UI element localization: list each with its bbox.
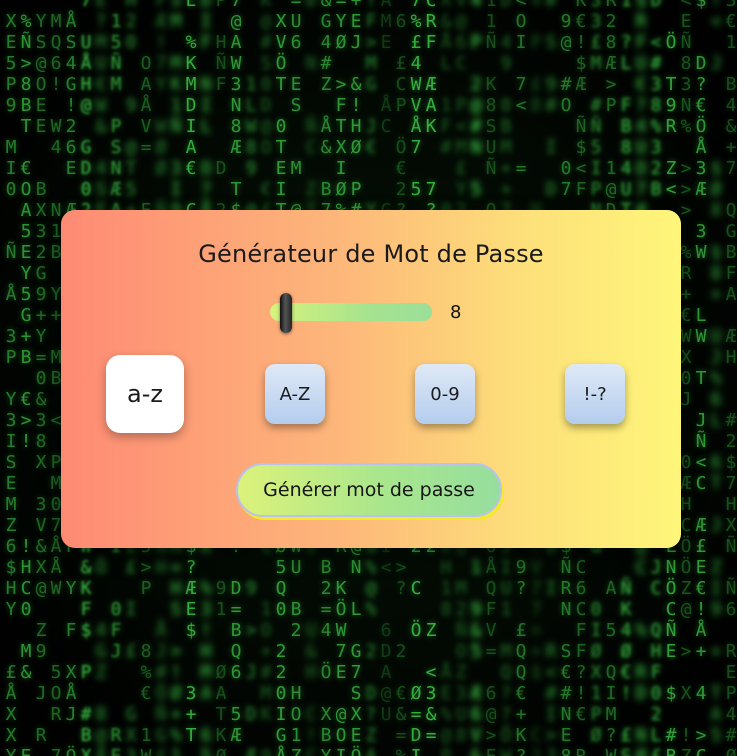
symbols-toggle-button[interactable]: !-? bbox=[565, 364, 625, 424]
matrix-code-column: ! < J $ Ø X $ 8 + U J % 6 L 6 T J Z I 9 … bbox=[710, 0, 722, 746]
matrix-code-column: < E Ñ 8 3 N % > > > % R + € W X 0 J 0 Æ … bbox=[680, 0, 692, 756]
card-title: Générateur de Mot de Passe bbox=[198, 240, 544, 268]
length-slider[interactable] bbox=[270, 293, 432, 333]
generate-password-button[interactable]: Générer mot de passe bbox=[236, 463, 502, 517]
matrix-code-column: $ D ? € Ö Å 3 Æ 3 W L W T J Ñ < C Æ £ E … bbox=[695, 0, 707, 756]
uppercase-toggle-button[interactable]: A-Z bbox=[265, 364, 325, 424]
lowercase-toggle-button[interactable]: a-z bbox=[106, 355, 184, 433]
matrix-code-column: % Ñ > 8 B T € O A 5 E Y 5 G + B € > ! ! … bbox=[20, 11, 32, 756]
matrix-code-column: Y S @ O E E B X 3 2 G 9 + Y = 0 & 3 8 X … bbox=[35, 11, 47, 746]
length-value: 8 bbox=[450, 302, 462, 323]
password-generator-card: Générateur de Mot de Passe 8 a-z A-Z 0-9… bbox=[61, 210, 681, 548]
matrix-code-column: 3 € 1 B 4 & + 7 Q G B F A Æ H # 2 $ 7 H … bbox=[725, 0, 737, 756]
matrix-code-column: X E 5 P 9 M I 0 Ñ Å 3 P Y 3 I S E M Z 6 … bbox=[5, 11, 17, 756]
slider-thumb[interactable] bbox=[280, 293, 292, 333]
numbers-toggle-button[interactable]: 0-9 bbox=[415, 364, 475, 424]
